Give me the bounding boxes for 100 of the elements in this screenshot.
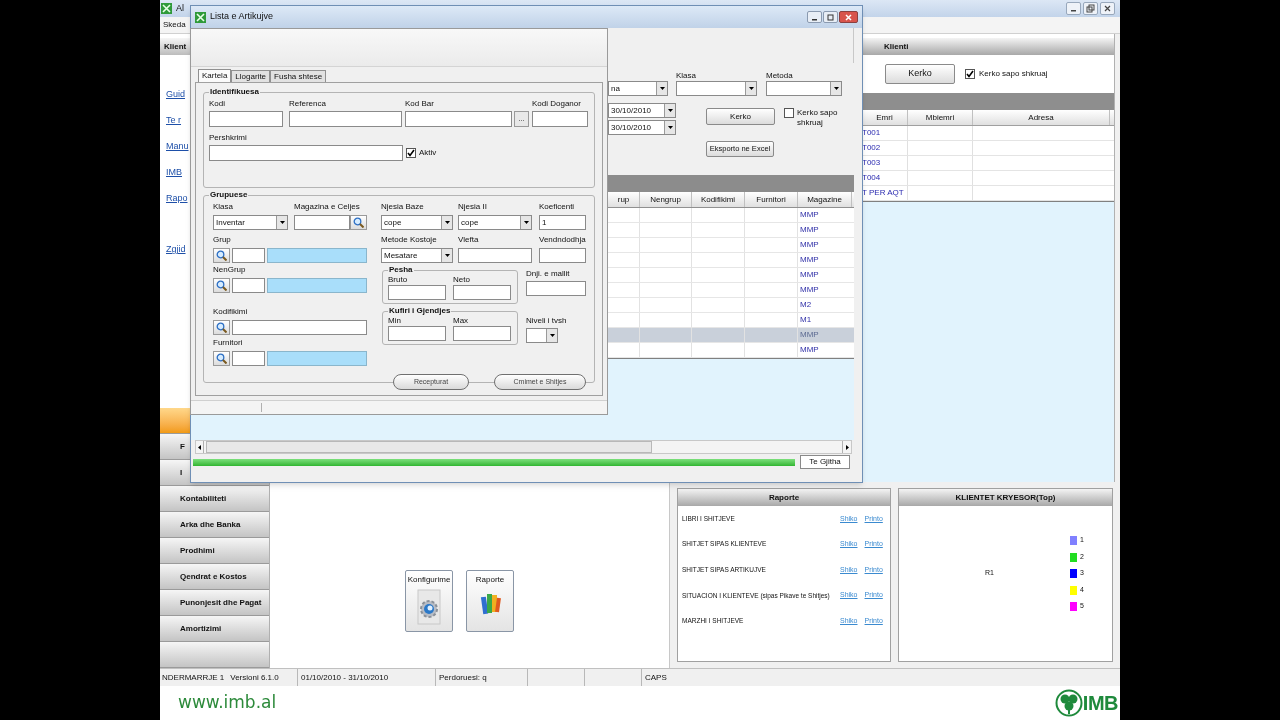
close-button[interactable] [839, 11, 858, 23]
caret-icon [833, 87, 839, 90]
minimize-button[interactable] [807, 11, 822, 23]
nav-button[interactable] [160, 642, 269, 668]
menu-item[interactable]: Skeda [162, 19, 187, 31]
scrollbar[interactable] [195, 440, 852, 454]
filter-button[interactable]: Te Gjitha [800, 455, 850, 469]
search-icon [353, 217, 364, 228]
table-cell-text: MMP [799, 269, 820, 281]
scrollbar-thumb[interactable] [206, 441, 652, 453]
input-field[interactable] [405, 111, 512, 127]
tile-button[interactable]: Raporte [466, 570, 514, 632]
search-icon [216, 353, 227, 364]
nav-button[interactable]: Arka dhe Banka [160, 512, 269, 538]
tab[interactable]: Fusha shtese [270, 70, 327, 82]
nav-button[interactable]: Kontabiliteti [160, 486, 269, 512]
dropdown[interactable]: Inventar [213, 215, 288, 230]
search-button[interactable] [213, 351, 230, 366]
close-icon [1103, 4, 1112, 13]
input-field[interactable]: 1 [539, 215, 586, 230]
input-field[interactable] [294, 215, 350, 230]
minimize-button[interactable] [1066, 2, 1081, 15]
tile-button[interactable]: Konfigurime [405, 570, 453, 632]
checkbox-label: Kerko sapo shkruaj [797, 108, 839, 128]
group-title: Grupuese [209, 190, 249, 200]
input-field[interactable] [232, 278, 265, 293]
panel-header: Raporte [678, 489, 890, 506]
field-label: Referenca [289, 99, 327, 109]
input-field[interactable] [209, 111, 283, 127]
checkbox[interactable] [965, 69, 975, 79]
column-header: Mbiemri [908, 110, 973, 125]
input-field[interactable] [267, 248, 367, 263]
input-field[interactable] [388, 285, 446, 300]
scroll-left-icon [198, 444, 201, 450]
dropdown[interactable]: na [608, 81, 668, 96]
group-title: Kufiri i Gjendjes [388, 306, 452, 316]
input-field[interactable] [232, 351, 265, 366]
table-cell-text: MMP [799, 284, 820, 296]
close-button[interactable] [1100, 2, 1115, 15]
check-icon [966, 70, 974, 78]
search-button[interactable]: Kerko [885, 64, 955, 84]
field-label: Dnji. e mallit [526, 269, 571, 279]
input-field[interactable] [267, 351, 367, 366]
dropdown[interactable]: 30/10/2010 [608, 120, 676, 135]
input-field[interactable] [209, 145, 403, 161]
field-label: Pershkrimi [209, 133, 248, 143]
input-field[interactable] [232, 320, 367, 335]
tab[interactable]: Kartela [198, 69, 232, 82]
field-label: Niveli i tvsh [526, 316, 568, 326]
dropdown[interactable]: cope [381, 215, 453, 230]
input-field[interactable] [388, 326, 446, 341]
input-field[interactable] [539, 248, 586, 263]
search-button[interactable] [213, 248, 230, 263]
link[interactable]: Guid [166, 88, 185, 102]
field-label: Kodi [209, 99, 226, 109]
caret-icon [667, 126, 673, 129]
dropdown[interactable]: 30/10/2010 [608, 103, 676, 118]
field-label: Koeficenti [539, 202, 576, 212]
search-icon [216, 322, 227, 333]
link[interactable]: Rapo [166, 192, 188, 206]
nav-button[interactable]: Prodhimi [160, 538, 269, 564]
nav-button[interactable]: Amortizimi [160, 616, 269, 642]
column-header: Kodifikimi [692, 192, 745, 207]
input-field[interactable] [289, 111, 402, 127]
input-field[interactable] [232, 248, 265, 263]
tab[interactable]: Llogarite [231, 70, 271, 82]
link[interactable]: IMB [166, 166, 182, 180]
checkbox[interactable] [784, 108, 794, 118]
input-field[interactable] [458, 248, 532, 263]
input-field[interactable] [267, 278, 367, 293]
column-header: Adresa [973, 110, 1110, 125]
checkbox[interactable] [406, 148, 416, 158]
field-label: Kodifikimi [213, 307, 249, 317]
column-header: Magazine [798, 192, 852, 207]
link[interactable]: Zgjid [166, 243, 186, 257]
search-button[interactable]: Kerko [706, 108, 775, 125]
dropdown[interactable]: Mesatare [381, 248, 453, 263]
window-title: Lista e Artikujve [210, 10, 274, 24]
table-cell-text: MMP [799, 254, 820, 266]
group-title: Pesha [388, 265, 414, 275]
dropdown[interactable] [676, 81, 757, 96]
dropdown[interactable] [526, 328, 558, 343]
dropdown[interactable] [766, 81, 842, 96]
restore-button[interactable] [1083, 2, 1098, 15]
input-field[interactable] [532, 111, 588, 127]
input-field[interactable] [526, 281, 586, 296]
dropdown[interactable]: cope [458, 215, 532, 230]
gear-icon [414, 589, 444, 625]
search-button[interactable] [213, 320, 230, 335]
column-header: Nengrup [640, 192, 692, 207]
search-button[interactable] [350, 215, 367, 230]
clover-logo-icon [1054, 689, 1083, 717]
search-button[interactable] [213, 278, 230, 293]
link[interactable]: Manu [166, 140, 189, 154]
input-field[interactable] [453, 326, 511, 341]
nav-button[interactable]: Qendrat e Kostos [160, 564, 269, 590]
input-field[interactable] [453, 285, 511, 300]
link[interactable]: Te r [166, 114, 181, 128]
nav-button[interactable]: Punonjesit dhe Pagat [160, 590, 269, 616]
field-label: Klasa [676, 71, 697, 81]
